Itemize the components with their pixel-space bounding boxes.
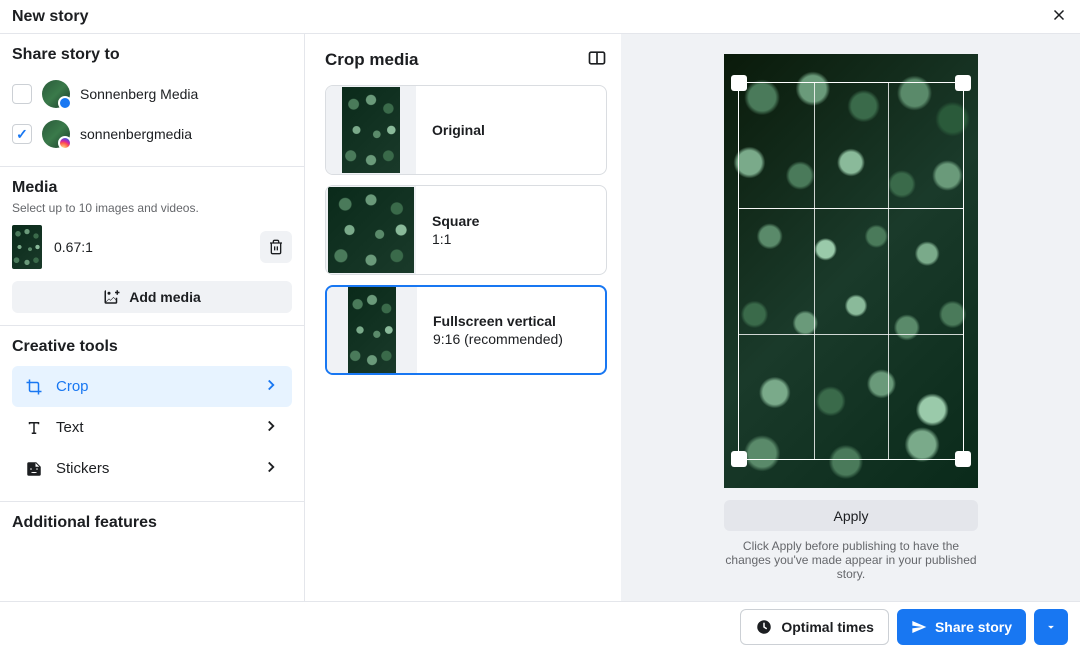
tool-label: Stickers <box>56 460 250 477</box>
add-media-label: Add media <box>129 289 201 305</box>
apply-button[interactable]: Apply <box>724 500 978 531</box>
text-icon <box>24 419 44 437</box>
media-item[interactable]: 0.67:1 <box>12 225 292 269</box>
crop-heading: Crop media <box>325 50 419 70</box>
crop-option-sub: 1:1 <box>432 231 479 247</box>
crop-thumb <box>328 187 414 273</box>
account-row-ig[interactable]: sonnenbergmedia <box>12 114 292 154</box>
trash-icon <box>268 239 284 255</box>
media-ratio: 0.67:1 <box>54 239 248 255</box>
crop-frame[interactable] <box>738 82 964 460</box>
aspect-icon <box>587 48 607 68</box>
close-icon <box>1050 6 1068 24</box>
tool-label: Crop <box>56 378 250 395</box>
preview-panel: Apply Click Apply before publishing to h… <box>622 34 1080 601</box>
additional-section: Additional features <box>0 502 304 554</box>
chevron-right-icon <box>262 458 280 479</box>
dialog-title: New story <box>12 8 88 26</box>
tool-stickers[interactable]: Stickers <box>12 448 292 489</box>
crop-option-title: Square <box>432 213 479 229</box>
crop-handle-bl[interactable] <box>731 451 747 467</box>
dialog-footer: Optimal times Share story <box>0 601 1080 651</box>
crop-option-sub: 9:16 (recommended) <box>433 331 563 347</box>
main-content: Share story to Sonnenberg Media sonnenbe… <box>0 34 1080 601</box>
crop-option-title: Original <box>432 122 485 138</box>
instagram-badge-icon <box>58 136 72 150</box>
share-story-label: Share story <box>935 619 1012 635</box>
apply-label: Apply <box>833 508 868 524</box>
tool-label: Text <box>56 419 250 436</box>
account-checkbox[interactable] <box>12 84 32 104</box>
avatar <box>42 120 70 148</box>
sticker-icon <box>24 460 44 478</box>
share-heading: Share story to <box>12 46 292 64</box>
additional-heading: Additional features <box>12 514 292 532</box>
close-button[interactable] <box>1050 6 1068 27</box>
avatar <box>42 80 70 108</box>
crop-option-original[interactable]: Original <box>325 85 607 175</box>
crop-handle-tl[interactable] <box>731 75 747 91</box>
optimal-times-label: Optimal times <box>781 619 874 635</box>
account-checkbox[interactable] <box>12 124 32 144</box>
account-row-fb[interactable]: Sonnenberg Media <box>12 74 292 114</box>
account-name: Sonnenberg Media <box>80 86 198 102</box>
media-heading: Media <box>12 179 292 197</box>
tool-crop[interactable]: Crop <box>12 366 292 407</box>
crop-handle-br[interactable] <box>955 451 971 467</box>
crop-handle-tr[interactable] <box>955 75 971 91</box>
share-story-button[interactable]: Share story <box>897 609 1026 645</box>
crop-option-fullscreen-vertical[interactable]: Fullscreen vertical 9:16 (recommended) <box>325 285 607 375</box>
apply-note: Click Apply before publishing to have th… <box>721 539 981 581</box>
crop-thumb <box>342 87 400 173</box>
image-plus-icon <box>103 288 121 306</box>
send-icon <box>911 619 927 635</box>
crop-option-square[interactable]: Square 1:1 <box>325 185 607 275</box>
tools-heading: Creative tools <box>12 338 292 356</box>
account-name: sonnenbergmedia <box>80 126 192 142</box>
preview-canvas[interactable] <box>724 54 978 488</box>
chevron-right-icon <box>262 376 280 397</box>
media-section: Media Select up to 10 images and videos.… <box>0 167 304 326</box>
delete-media-button[interactable] <box>260 231 292 263</box>
media-thumbnail[interactable] <box>12 225 42 269</box>
share-more-button[interactable] <box>1034 609 1068 645</box>
chevron-right-icon <box>262 417 280 438</box>
dialog-header: New story <box>0 0 1080 34</box>
facebook-badge-icon <box>58 96 72 110</box>
add-media-button[interactable]: Add media <box>12 281 292 313</box>
share-section: Share story to Sonnenberg Media sonnenbe… <box>0 34 304 167</box>
crop-icon <box>24 378 44 396</box>
tool-text[interactable]: Text <box>12 407 292 448</box>
optimal-times-button[interactable]: Optimal times <box>740 609 889 645</box>
media-hint: Select up to 10 images and videos. <box>12 201 292 215</box>
crop-panel: Crop media Original Square 1:1 Fullscree… <box>305 34 622 601</box>
tools-section: Creative tools Crop Text Stickers <box>0 326 304 502</box>
crop-option-title: Fullscreen vertical <box>433 313 563 329</box>
chevron-down-icon <box>1044 620 1058 634</box>
aspect-toggle-button[interactable] <box>587 48 607 71</box>
crop-thumb <box>348 287 396 373</box>
clock-icon <box>755 618 773 636</box>
left-sidebar[interactable]: Share story to Sonnenberg Media sonnenbe… <box>0 34 305 601</box>
